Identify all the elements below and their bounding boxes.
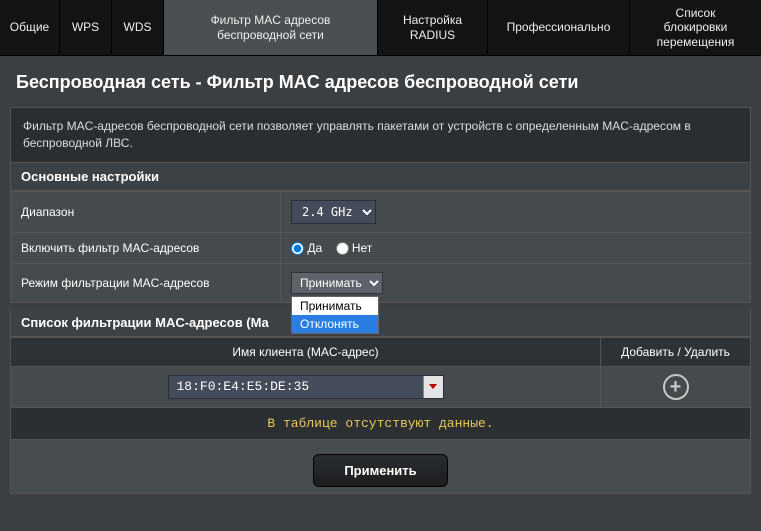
mac-dropdown-button[interactable]: [423, 376, 443, 398]
mode-option-accept[interactable]: Принимать: [292, 297, 378, 315]
col-action: Добавить / Удалить: [601, 337, 751, 366]
section-list-header: Список фильтрации MAC-адресов (Ma: [10, 309, 751, 337]
mac-input-text[interactable]: 18:F0:E4:E5:DE:35: [169, 376, 423, 398]
mac-list-table: Имя клиента (MAC-адрес) Добавить / Удали…: [10, 337, 751, 440]
tab-bar: Общие WPS WDS Фильтр MAC адресов беспров…: [0, 0, 761, 56]
enable-yes-label[interactable]: Да: [291, 241, 322, 255]
row-enable-label: Включить фильтр MAC-адресов: [11, 232, 281, 263]
mode-select[interactable]: Принимать: [291, 272, 383, 294]
tab-radius[interactable]: Настройка RADIUS: [378, 0, 488, 55]
enable-no-radio[interactable]: [336, 242, 349, 255]
apply-button[interactable]: Применить: [313, 454, 447, 487]
empty-message: В таблице отсутствуют данные.: [11, 407, 751, 439]
row-mode-value: Принимать Принимать Отклонять: [281, 263, 751, 302]
mode-dropdown-popup: Принимать Отклонять: [291, 296, 379, 334]
description: Фильтр MAC-адресов беспроводной сети поз…: [10, 107, 751, 163]
tab-roaming-blocklist[interactable]: Список блокировки перемещения: [630, 0, 761, 55]
row-band-label: Диапазон: [11, 191, 281, 232]
band-select[interactable]: 2.4 GHz: [291, 200, 376, 224]
add-icon[interactable]: +: [663, 374, 689, 400]
settings-table: Диапазон 2.4 GHz Включить фильтр MAC-адр…: [10, 191, 751, 303]
row-enable-value: Да Нет: [281, 232, 751, 263]
tab-mac-filter[interactable]: Фильтр MAC адресов беспроводной сети: [164, 0, 378, 55]
enable-no-label[interactable]: Нет: [336, 241, 373, 255]
page-title: Беспроводная сеть - Фильтр MAC адресов б…: [10, 72, 751, 93]
mode-option-reject[interactable]: Отклонять: [292, 315, 378, 333]
mac-input[interactable]: 18:F0:E4:E5:DE:35: [168, 375, 444, 399]
enable-yes-text: Да: [307, 241, 322, 255]
tab-professional[interactable]: Профессионально: [488, 0, 630, 55]
tab-general[interactable]: Общие: [0, 0, 60, 55]
row-band-value: 2.4 GHz: [281, 191, 751, 232]
enable-yes-radio[interactable]: [291, 242, 304, 255]
tab-wds[interactable]: WDS: [112, 0, 164, 55]
table-empty-row: В таблице отсутствуют данные.: [11, 407, 751, 439]
enable-no-text: Нет: [352, 241, 372, 255]
tab-wps[interactable]: WPS: [60, 0, 112, 55]
table-row: 18:F0:E4:E5:DE:35 +: [11, 366, 751, 407]
col-client-name: Имя клиента (MAC-адрес): [11, 337, 601, 366]
row-mode-label: Режим фильтрации MAC-адресов: [11, 263, 281, 302]
apply-row: Применить: [11, 440, 750, 493]
section-basic-header: Основные настройки: [10, 163, 751, 191]
